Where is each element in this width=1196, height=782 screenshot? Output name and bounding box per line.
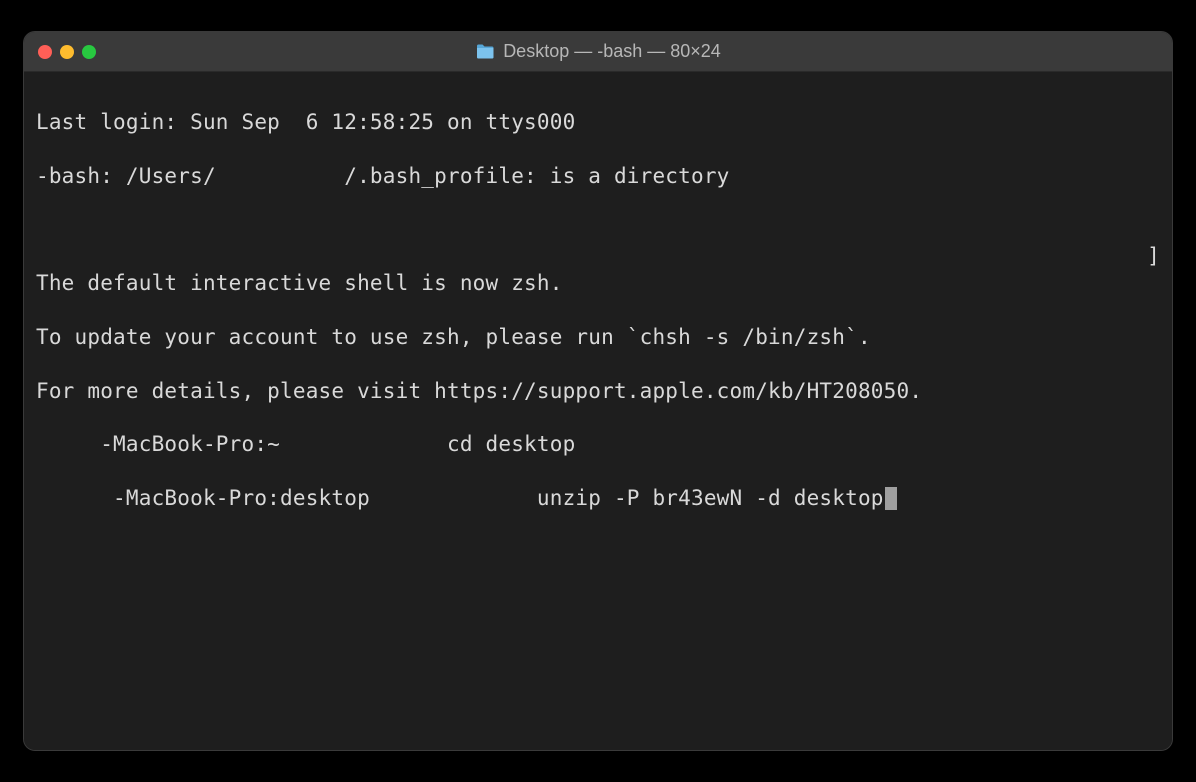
terminal-window: Desktop — -bash — 80×24 Last login: Sun … bbox=[23, 31, 1173, 751]
terminal-line: -bash: /Users/ /.bash_profile: is a dire… bbox=[36, 163, 1160, 190]
terminal-line: The default interactive shell is now zsh… bbox=[36, 270, 1160, 297]
terminal-line: Last login: Sun Sep 6 12:58:25 on ttys00… bbox=[36, 109, 1160, 136]
close-button[interactable] bbox=[38, 45, 52, 59]
cursor bbox=[885, 487, 898, 510]
terminal-line: To update your account to use zsh, pleas… bbox=[36, 324, 1160, 351]
zoom-button[interactable] bbox=[82, 45, 96, 59]
terminal-line: For more details, please visit https://s… bbox=[36, 378, 1160, 405]
window-title-container: Desktop — -bash — 80×24 bbox=[24, 41, 1172, 62]
traffic-lights bbox=[38, 45, 96, 59]
terminal-line bbox=[36, 216, 1160, 243]
window-title: Desktop — -bash — 80×24 bbox=[503, 41, 721, 62]
titlebar[interactable]: Desktop — -bash — 80×24 bbox=[24, 32, 1172, 72]
scroll-indicator: ] bbox=[1147, 243, 1160, 270]
terminal-line: -MacBook-Pro:desktop unzip -P br43ewN -d… bbox=[36, 485, 1160, 512]
terminal-body[interactable]: Last login: Sun Sep 6 12:58:25 on ttys00… bbox=[24, 72, 1172, 750]
minimize-button[interactable] bbox=[60, 45, 74, 59]
terminal-text: -MacBook-Pro:desktop unzip -P br43ewN -d… bbox=[36, 486, 884, 510]
folder-icon bbox=[475, 44, 495, 60]
terminal-line: -MacBook-Pro:~ cd desktop bbox=[36, 431, 1160, 458]
